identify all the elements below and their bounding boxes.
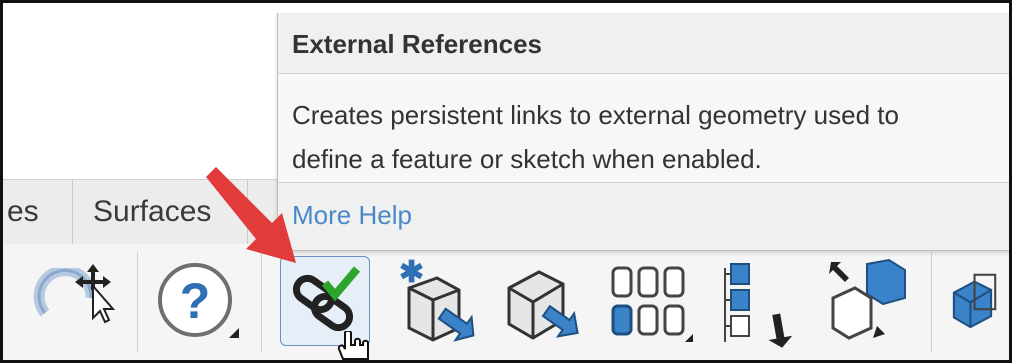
more-help-link[interactable]: More Help: [292, 200, 412, 231]
feature-tree-icon: [724, 263, 793, 348]
insert-feature-icon: ✱: [399, 258, 475, 342]
toolbar-separator: [137, 252, 138, 352]
tooltip-divider: [278, 182, 1009, 183]
toolbar-separator: [931, 252, 932, 352]
svg-text:?: ?: [180, 273, 211, 329]
pattern-table-icon: [611, 266, 693, 342]
toolbar: ? ✱: [3, 244, 1009, 360]
3d-part-button[interactable]: [947, 258, 1009, 348]
external-references-tooltip: External References Creates persistent l…: [277, 13, 1009, 251]
copy-body-icon: [507, 270, 579, 340]
move-face-icon: [829, 258, 906, 340]
feature-tree-button[interactable]: [715, 258, 805, 348]
tooltip-description: Creates persistent links to external geo…: [292, 93, 1002, 181]
tab-label: es: [7, 195, 39, 228]
3d-part-icon: [952, 273, 997, 329]
move-face-button[interactable]: [823, 258, 913, 348]
tooltip-description-line: Creates persistent links to external geo…: [292, 100, 899, 130]
tooltip-title: External References: [292, 29, 543, 59]
tooltip-description-line: define a feature or sketch when enabled.: [292, 144, 762, 174]
copy-body-button[interactable]: [497, 258, 587, 348]
move-cursor-icon: [75, 262, 119, 329]
pattern-table-button[interactable]: [605, 258, 695, 348]
insert-feature-button[interactable]: ✱: [389, 258, 479, 348]
screenshot-frame: es Surfaces ? ✱ External References Crea…: [0, 0, 1012, 363]
tab-label: Surfaces: [93, 195, 212, 228]
tab-features[interactable]: es: [3, 180, 73, 244]
annotation-arrow-icon: [198, 163, 308, 278]
hand-cursor-icon: [337, 329, 373, 360]
